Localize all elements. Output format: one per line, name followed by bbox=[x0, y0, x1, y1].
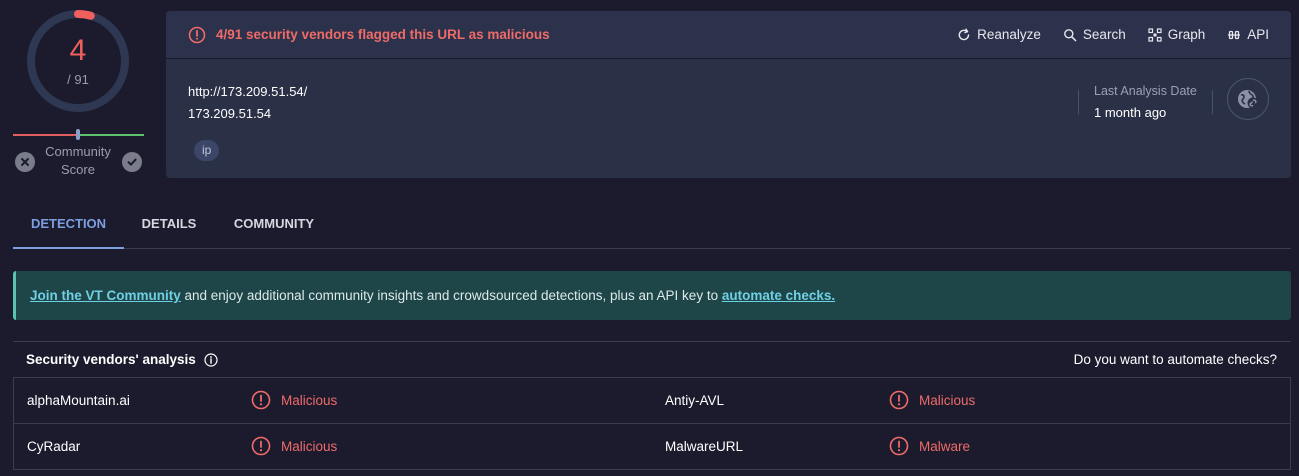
alert-header: 4/91 security vendors flagged this URL a… bbox=[166, 11, 1291, 59]
api-button[interactable]: API bbox=[1227, 27, 1269, 42]
graph-button[interactable]: Graph bbox=[1148, 27, 1205, 42]
alert-circle-icon bbox=[889, 436, 909, 456]
summary-panel: 4/91 security vendors flagged this URL a… bbox=[166, 11, 1291, 178]
divider bbox=[1078, 90, 1079, 114]
community-banner: Join the VT Community and enjoy addition… bbox=[13, 271, 1291, 320]
community-score-label: Community Score bbox=[45, 144, 111, 177]
close-icon bbox=[21, 158, 29, 166]
alert-message: 4/91 security vendors flagged this URL a… bbox=[216, 27, 550, 42]
vendor-name: CyRadar bbox=[27, 439, 81, 454]
community-score-bar bbox=[13, 129, 144, 140]
vendor-row: alphaMountain.ai Malicious Antiy-AVL Mal… bbox=[13, 378, 1291, 424]
automate-checks-prompt[interactable]: Do you want to automate checks? bbox=[1074, 352, 1291, 367]
scanned-host: 173.209.51.54 bbox=[188, 106, 272, 121]
detection-total: / 91 bbox=[67, 72, 89, 87]
community-score-marker bbox=[76, 129, 80, 140]
reanalyze-button[interactable]: Reanalyze bbox=[957, 27, 1041, 42]
last-analysis-label: Last Analysis Date bbox=[1094, 84, 1197, 98]
vendor-verdict: Malware bbox=[889, 436, 970, 456]
vote-harmful-button[interactable] bbox=[15, 152, 35, 172]
vendor-verdict: Malicious bbox=[251, 436, 337, 456]
check-icon bbox=[127, 158, 137, 166]
automate-checks-link[interactable]: automate checks. bbox=[722, 288, 835, 303]
last-analysis-value: 1 month ago bbox=[1094, 105, 1167, 120]
join-community-link[interactable]: Join the VT Community bbox=[30, 288, 181, 303]
search-button[interactable]: Search bbox=[1063, 27, 1126, 42]
vendors-analysis: Security vendors' analysis Do you want t… bbox=[13, 341, 1291, 476]
divider bbox=[1212, 90, 1213, 114]
action-bar: Reanalyze Search Graph API bbox=[935, 27, 1291, 42]
reanalyze-icon bbox=[958, 28, 970, 40]
alert-circle-icon bbox=[251, 436, 271, 456]
api-icon bbox=[1228, 30, 1241, 39]
detection-score-widget: 4 / 91 Community Score bbox=[0, 0, 160, 190]
vendor-verdict: Malicious bbox=[889, 390, 975, 410]
alert-circle-icon bbox=[188, 26, 206, 43]
alert-circle-icon bbox=[889, 390, 909, 410]
detection-count: 4 bbox=[69, 34, 87, 67]
search-icon bbox=[1064, 28, 1077, 41]
scanned-url: http://173.209.51.54/ bbox=[188, 84, 308, 99]
graph-icon bbox=[1148, 27, 1162, 42]
alert-circle-icon bbox=[251, 390, 271, 410]
tab-bar: DETECTION DETAILS COMMUNITY bbox=[13, 205, 1291, 249]
banner-text: and enjoy additional community insights … bbox=[180, 288, 722, 303]
url-type-badge bbox=[1227, 78, 1269, 120]
vendor-name: Antiy-AVL bbox=[665, 393, 725, 408]
tab-detection[interactable]: DETECTION bbox=[13, 205, 124, 249]
info-icon[interactable] bbox=[204, 352, 218, 367]
vendors-header: Security vendors' analysis Do you want t… bbox=[13, 342, 1291, 378]
tab-details[interactable]: DETAILS bbox=[129, 205, 209, 249]
vendor-row: CyRadar Malicious MalwareURL Malware bbox=[13, 424, 1291, 470]
vendor-name: alphaMountain.ai bbox=[27, 393, 130, 408]
vendor-verdict: Malicious bbox=[251, 390, 337, 410]
tab-community[interactable]: COMMUNITY bbox=[221, 205, 327, 249]
vendor-name: MalwareURL bbox=[665, 439, 744, 454]
vendors-title: Security vendors' analysis bbox=[26, 352, 196, 367]
ip-tag[interactable]: ip bbox=[194, 140, 220, 161]
vote-harmless-button[interactable] bbox=[122, 152, 142, 172]
globe-link-icon bbox=[1238, 90, 1259, 109]
